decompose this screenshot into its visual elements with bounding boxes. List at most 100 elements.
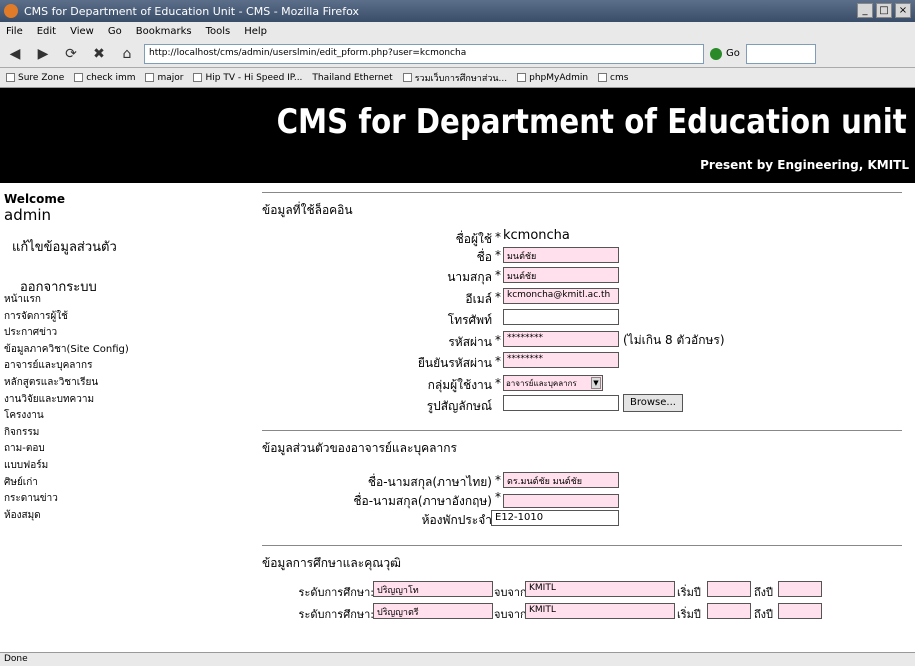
edu-level-label: ระดับการศึกษา: (298, 608, 374, 621)
bookmarks-toolbar: Sure Zone check imm major Hip TV - Hi Sp… (0, 68, 915, 88)
office-label: ห้องพักประจำ (421, 513, 492, 527)
bookmark-item[interactable]: check imm (74, 73, 135, 83)
menu-file[interactable]: File (6, 26, 23, 37)
status-bar: Done (0, 652, 915, 666)
edu-end-label: ถึงปี (754, 586, 774, 599)
password-field[interactable]: ******** (503, 331, 619, 347)
edu-from-field[interactable]: KMITL (525, 603, 675, 619)
password-label: รหัสผ่าน (448, 335, 492, 349)
name-field[interactable]: มนต์ชัย (503, 247, 619, 263)
edu-start-field[interactable] (707, 581, 751, 597)
username-value: kcmoncha (503, 228, 570, 243)
bookmark-item[interactable]: Thailand Ethernet (312, 73, 392, 83)
minimize-icon[interactable]: _ (857, 3, 873, 18)
menu-go[interactable]: Go (108, 26, 122, 37)
section-personal-title: ข้อมูลส่วนตัวของอาจารย์และบุคลากร (262, 430, 902, 458)
forward-icon[interactable]: ▶ (32, 46, 54, 62)
name-label: ชื่อ (476, 250, 492, 264)
go-button[interactable]: Go (710, 47, 740, 60)
edu-start-field[interactable] (707, 603, 751, 619)
confirm-password-field[interactable]: ******** (503, 352, 619, 368)
bookmark-icon (193, 73, 203, 82)
surname-label: นามสกุล (447, 270, 492, 284)
bookmark-icon (6, 73, 15, 82)
edu-from-field[interactable]: KMITL (525, 581, 675, 597)
edit-profile-link[interactable]: แก้ไขข้อมูลส่วนตัว (12, 236, 117, 257)
username-label: ชื่อผู้ใช้ (455, 232, 492, 246)
eng-name-label: ชื่อ-นามสกุล(ภาษาอังกฤษ) (353, 494, 492, 508)
edu-level-field[interactable]: ปริญญาโท (373, 581, 493, 597)
edu-level-field[interactable]: ปริญญาตรี (373, 603, 493, 619)
edu-from-label: จบจาก (494, 608, 527, 621)
home-icon[interactable]: ⌂ (116, 46, 138, 62)
sidebar-item-library[interactable]: ห้องสมุด (4, 508, 129, 525)
browse-button[interactable]: Browse... (623, 394, 683, 412)
section-account-title: ข้อมูลที่ใช้ล็อคอิน (262, 192, 902, 220)
user-group-label: กลุ่มผู้ใช้งาน (427, 378, 492, 392)
chevron-down-icon: ▼ (591, 377, 601, 389)
phone-field[interactable] (503, 309, 619, 325)
maximize-icon[interactable]: □ (876, 3, 892, 18)
sidebar-item-qa[interactable]: ถาม-ตอบ (4, 441, 129, 458)
user-group-select[interactable]: อาจารย์และบุคลากร ▼ (503, 375, 603, 391)
sidebar-item-forms[interactable]: แบบฟอร์ม (4, 458, 129, 475)
surname-field[interactable]: มนต์ชัย (503, 267, 619, 283)
photo-file-field[interactable] (503, 395, 619, 411)
sidebar-item-users[interactable]: การจัดการผู้ใช้ (4, 309, 129, 326)
bookmark-item[interactable]: Hip TV - Hi Speed IP... (193, 73, 302, 83)
url-bar[interactable]: http://localhost/cms/admin/userslmin/edi… (144, 43, 704, 64)
thai-name-label: ชื่อ-นามสกุล(ภาษาไทย) (367, 475, 492, 489)
office-field[interactable]: E12-1010 (491, 510, 619, 526)
bookmark-item[interactable]: Sure Zone (6, 73, 64, 83)
photo-label: รูปสัญลักษณ์ (426, 399, 492, 413)
sidebar-item-board[interactable]: กระดานข่าว (4, 491, 129, 508)
menu-view[interactable]: View (70, 26, 94, 37)
bookmark-item[interactable]: phpMyAdmin (517, 73, 588, 83)
bookmark-item[interactable]: cms (598, 73, 628, 83)
sidebar-item-news[interactable]: ประกาศข่าว (4, 325, 129, 342)
back-icon[interactable]: ◀ (4, 46, 26, 62)
sidebar-item-staff[interactable]: อาจารย์และบุคลากร (4, 358, 129, 375)
edu-level-label: ระดับการศึกษา: (298, 586, 374, 599)
edu-from-label: จบจาก (494, 586, 527, 599)
menu-help[interactable]: Help (244, 26, 267, 37)
menu-edit[interactable]: Edit (37, 26, 56, 37)
edu-end-field[interactable] (778, 603, 822, 619)
edu-end-field[interactable] (778, 581, 822, 597)
go-icon (710, 47, 722, 60)
section-education-title: ข้อมูลการศึกษาและคุณวุฒิ (262, 545, 902, 573)
bookmark-icon (145, 73, 155, 82)
sidebar-item-curriculum[interactable]: หลักสูตรและวิชาเรียน (4, 375, 129, 392)
sidebar-item-alumni[interactable]: ศิษย์เก่า (4, 475, 129, 492)
search-input[interactable] (745, 43, 816, 64)
phone-label: โทรศัพท์ (447, 313, 492, 327)
site-header: CMS for Department of Education unit Pre… (0, 88, 915, 183)
bookmark-icon (74, 73, 84, 82)
menu-tools[interactable]: Tools (206, 26, 231, 37)
menu-bookmarks[interactable]: Bookmarks (136, 26, 192, 37)
eng-name-field[interactable] (503, 494, 619, 508)
window-controls: _ □ × (857, 3, 911, 18)
edu-start-label: เริ่มปี (677, 586, 701, 599)
sidebar-item-projects[interactable]: โครงงาน (4, 408, 129, 425)
bookmark-item[interactable]: รวมเว็บการศึกษาส่วน... (402, 71, 507, 85)
reload-icon[interactable]: ⟳ (60, 46, 82, 62)
sidebar-item-home[interactable]: หน้าแรก (4, 292, 129, 309)
thai-name-field[interactable]: ดร.มนต์ชัย มนต์ชัย (503, 472, 619, 488)
bookmark-item[interactable]: major (145, 73, 183, 83)
bookmark-icon (402, 73, 412, 82)
close-icon[interactable]: × (895, 3, 911, 18)
go-label: Go (726, 48, 740, 59)
sidebar-item-site-config[interactable]: ข้อมูลภาควิชา(Site Config) (4, 342, 129, 359)
firefox-icon (4, 4, 18, 18)
edu-end-label: ถึงปี (754, 608, 774, 621)
navigation-toolbar: ◀ ▶ ⟳ ✖ ⌂ http://localhost/cms/admin/use… (0, 40, 915, 68)
sidebar-item-research[interactable]: งานวิจัยและบทความ (4, 392, 129, 409)
email-field[interactable]: kcmoncha@kmitl.ac.th (503, 288, 619, 304)
edit-user-form: ข้อมูลที่ใช้ล็อคอิน ชื่อผู้ใช้ * kcmonch… (262, 192, 902, 652)
stop-icon[interactable]: ✖ (88, 46, 110, 62)
site-title: CMS for Department of Education unit (276, 102, 907, 142)
user-group-value: อาจารย์และบุคลากร (506, 379, 577, 388)
password-hint: (ไม่เกิน 8 ตัวอักษร) (623, 333, 725, 347)
sidebar-item-activities[interactable]: กิจกรรม (4, 425, 129, 442)
